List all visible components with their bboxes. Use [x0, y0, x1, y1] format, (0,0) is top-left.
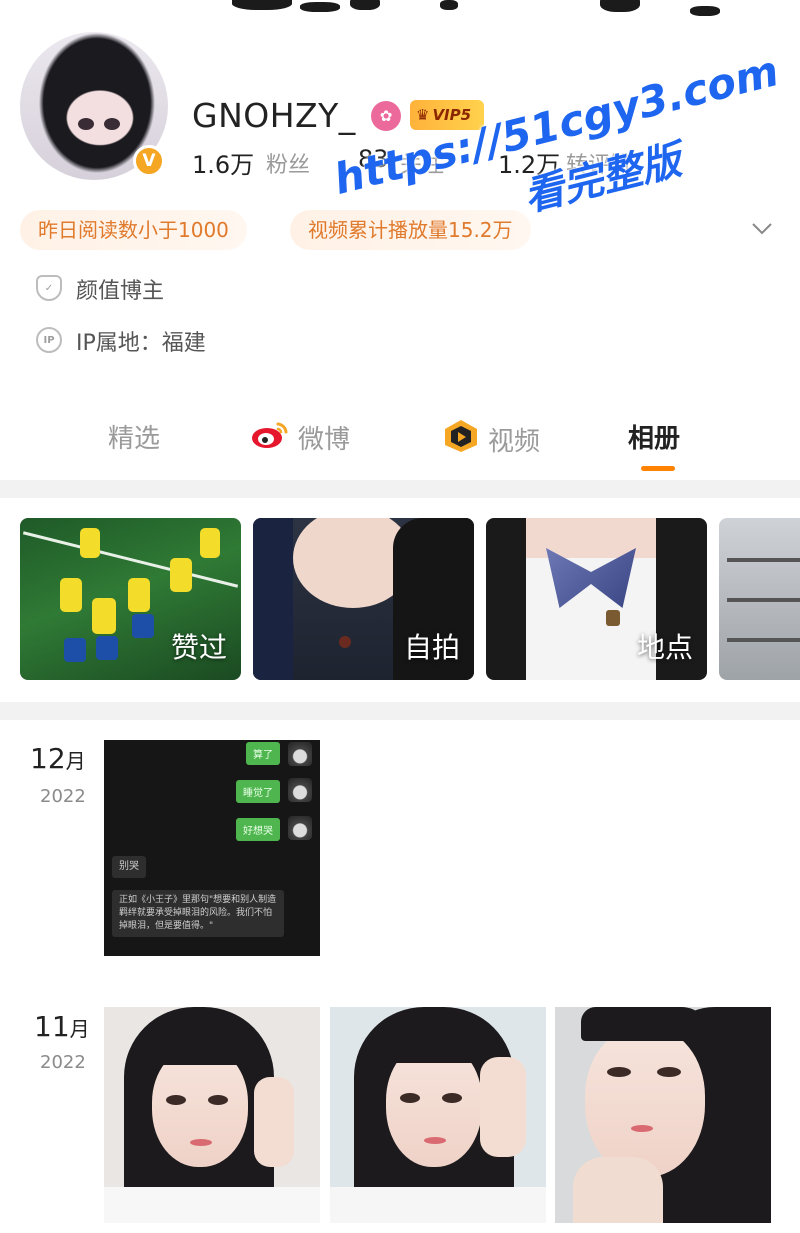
tab-album[interactable]: 相册 [628, 418, 680, 455]
tab-weibo[interactable]: 微博 [250, 418, 350, 457]
active-tab-indicator [641, 466, 675, 471]
photo-selfie[interactable] [104, 1007, 320, 1223]
chat-avatar [288, 778, 312, 802]
album-label: 地点 [636, 631, 693, 664]
followers-label[interactable]: 粉丝 [266, 147, 310, 179]
section-divider [0, 480, 800, 498]
album-location[interactable]: 地点 [486, 518, 707, 680]
tab-label: 视频 [488, 427, 541, 457]
following-count[interactable]: 83 [358, 145, 389, 173]
video-icon [442, 418, 480, 461]
tab-label: 微博 [298, 425, 351, 455]
chat-bubble: 睡觉了 [236, 780, 280, 803]
tab-featured[interactable]: 精选 [108, 418, 160, 455]
shield-icon: ✓ [36, 275, 62, 301]
vip-badge[interactable]: ♛ VIP5 [410, 100, 484, 130]
timeline-month: 12月 [30, 742, 86, 775]
likes-label[interactable]: 转评赞 [566, 147, 632, 179]
chat-bubble: 别哭 [112, 856, 146, 878]
reading-tag[interactable]: 昨日阅读数小于1000 [20, 210, 247, 250]
following-label[interactable]: 关注 [400, 147, 444, 179]
expand-chevron-icon[interactable] [750, 216, 774, 240]
timeline-year: 2022 [40, 1052, 86, 1073]
chat-bubble: 正如《小王子》里那句"想要和别人制造羁绊就要承受掉眼泪的风险。我们不怕掉眼泪，但… [112, 890, 284, 937]
chat-avatar [288, 816, 312, 840]
verified-badge-icon: V [133, 145, 165, 177]
album-selfie[interactable]: 自拍 [253, 518, 474, 680]
photo-chat-screenshot[interactable]: 算了 睡觉了 好想哭 别哭 正如《小王子》里那句"想要和别人制造羁绊就要承受掉眼… [104, 740, 320, 956]
album-liked[interactable]: 赞过 [20, 518, 241, 680]
video-views-tag[interactable]: 视频累计播放量15.2万 [290, 210, 531, 250]
vip-label: VIP5 [432, 106, 472, 124]
photo-selfie[interactable] [555, 1007, 771, 1223]
tab-video[interactable]: 视频 [442, 418, 540, 461]
likes-count[interactable]: 1.2万 [498, 145, 560, 180]
chat-avatar [288, 742, 312, 766]
tab-label: 精选 [108, 424, 161, 454]
weibo-icon [250, 418, 290, 457]
ip-icon: IP [36, 327, 62, 353]
album-more[interactable] [719, 518, 800, 680]
photo-selfie[interactable] [330, 1007, 546, 1223]
timeline-year: 2022 [40, 786, 86, 807]
category-text: 颜值博主 [76, 279, 165, 304]
chat-bubble: 好想哭 [236, 818, 280, 841]
album-label: 赞过 [170, 631, 227, 664]
chat-bubble: 算了 [246, 742, 280, 765]
tab-label: 相册 [628, 424, 681, 454]
membership-icon[interactable]: ✿ [371, 101, 401, 131]
profile-username: GNOHZY_ [192, 96, 356, 135]
ip-location-text: IP属地：福建 [76, 331, 206, 356]
followers-count[interactable]: 1.6万 [192, 145, 254, 180]
timeline-month: 11月 [34, 1010, 90, 1043]
album-label: 自拍 [403, 631, 460, 664]
section-divider [0, 702, 800, 720]
profile-banner [0, 0, 800, 30]
crown-icon: ♛ [416, 106, 430, 124]
